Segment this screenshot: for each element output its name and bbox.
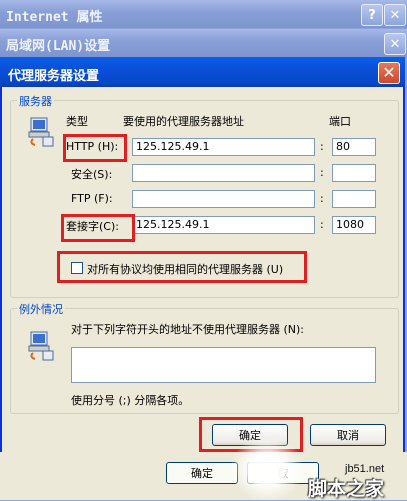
col-port-header: 端口 xyxy=(329,115,351,128)
socks-port-input[interactable]: 1080 xyxy=(332,216,376,234)
watermark-text: 脚本之家 xyxy=(308,478,385,500)
col-type-header: 类型 xyxy=(66,115,88,128)
lan-ok-button[interactable]: 确定 xyxy=(166,462,238,484)
exceptions-desc: 对于下列字符开头的地址不使用代理服务器 (N): xyxy=(71,323,305,336)
exceptions-group-label: 例外情况 xyxy=(17,301,65,317)
cancel-button[interactable]: 取消 xyxy=(310,424,386,446)
exceptions-group: 例外情况 对于下列字符开头的地址不使用代理服务器 (N): 使用分号 (;) 分… xyxy=(10,301,399,414)
ftp-colon: : xyxy=(320,192,324,205)
proxy-settings-dialog: 代理服务器设置 ✕ 服务器 类型 要使用的代理服务器地址 端口 HTTP (H)… xyxy=(0,57,405,452)
highlight-same-proxy xyxy=(57,251,307,283)
secure-label: 安全(S): xyxy=(71,168,113,181)
internet-properties-title: Internet 属性 xyxy=(6,10,103,25)
close-button-back2[interactable]: ✕ xyxy=(384,33,406,55)
servers-group: 服务器 类型 要使用的代理服务器地址 端口 HTTP (H): 125.125.… xyxy=(10,93,399,298)
secure-address-input[interactable] xyxy=(132,164,315,182)
socks-address-input[interactable]: 125.125.49.1 xyxy=(132,216,315,234)
exceptions-hint: 使用分号 (;) 分隔各项。 xyxy=(71,394,190,407)
ftp-address-input[interactable] xyxy=(132,190,315,208)
highlight-socks xyxy=(61,214,135,242)
socks-colon: : xyxy=(320,218,324,231)
computer-exception-icon xyxy=(28,331,54,361)
secure-port-input[interactable] xyxy=(332,164,376,182)
col-address-header: 要使用的代理服务器地址 xyxy=(123,115,244,128)
http-colon: : xyxy=(320,140,324,153)
lan-settings-titlebar: 局域网(LAN)设置 ✕ xyxy=(0,29,407,57)
watermark-blur xyxy=(232,438,302,500)
ftp-port-input[interactable] xyxy=(332,190,376,208)
dialog-titlebar: 代理服务器设置 ✕ xyxy=(0,57,405,87)
lan-settings-title: 局域网(LAN)设置 xyxy=(6,39,111,54)
highlight-http xyxy=(63,134,127,162)
computer-network-icon xyxy=(28,117,54,147)
secure-colon: : xyxy=(320,166,324,179)
dialog-title: 代理服务器设置 xyxy=(8,69,100,84)
servers-group-label: 服务器 xyxy=(17,93,54,109)
http-address-input[interactable]: 125.125.49.1 xyxy=(132,138,315,156)
close-icon[interactable]: ✕ xyxy=(378,62,400,84)
help-button[interactable]: ? xyxy=(361,4,383,26)
http-port-input[interactable]: 80 xyxy=(332,138,376,156)
ftp-label: FTP (F): xyxy=(71,192,113,205)
internet-properties-titlebar: Internet 属性 ? ✕ xyxy=(0,0,407,28)
exceptions-textarea[interactable] xyxy=(71,347,376,383)
close-button-back1[interactable]: ✕ xyxy=(384,4,406,26)
